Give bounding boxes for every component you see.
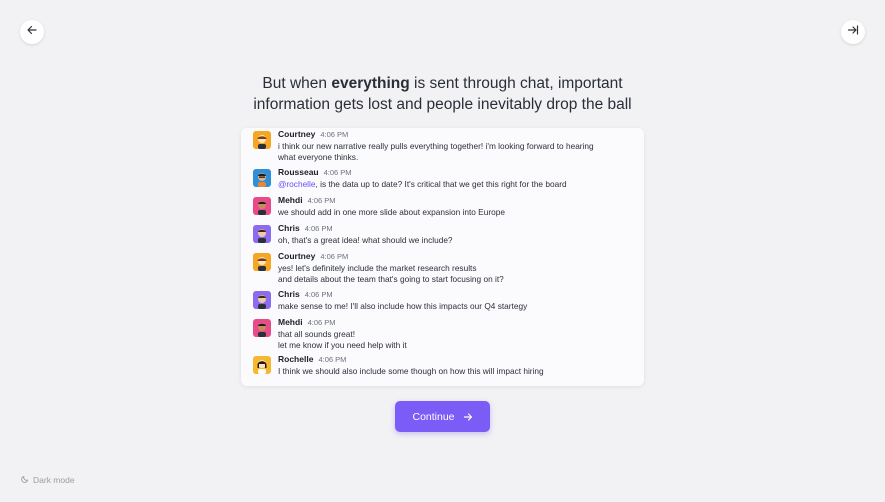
avatar [253, 356, 271, 374]
message-text: we should add in one more slide about ex… [278, 207, 505, 217]
avatar [253, 169, 271, 187]
chat-message: Chris 4:06 PM make sense to me! I'll also… [253, 289, 632, 312]
chat-message: Rousseau 4:06 PM @rochelle, is the data u… [253, 167, 632, 190]
avatar [253, 291, 271, 309]
message-author: Chris [278, 289, 300, 299]
avatar [253, 253, 271, 271]
message-author: Courtney [278, 251, 316, 261]
message-text: oh, that's a great idea! what should we … [278, 235, 453, 245]
message-text: that all sounds great! let me know if yo… [278, 329, 407, 350]
moon-icon [21, 475, 33, 485]
arrow-right-to-bar-icon [847, 23, 859, 41]
message-time: 4:06 PM [307, 318, 336, 327]
avatar [253, 225, 271, 243]
message-time: 4:06 PM [304, 224, 333, 233]
message-author: Chris [278, 223, 300, 233]
headline-line-2: information gets lost and people inevita… [253, 96, 632, 113]
message-author: Courtney [278, 129, 316, 139]
message-time: 4:06 PM [320, 130, 349, 139]
continue-button[interactable]: Continue [395, 401, 490, 432]
chat-message: Mehdi 4:06 PM that all sounds great! let … [253, 317, 632, 350]
message-author: Mehdi [278, 317, 303, 327]
chat-message: Courtney 4:06 PM i think our new narrativ… [253, 129, 632, 162]
message-text: @rochelle, is the data up to date? It's … [278, 179, 567, 189]
mention-link[interactable]: @rochelle [278, 179, 315, 189]
message-author: Rousseau [278, 167, 319, 177]
message-author: Mehdi [278, 195, 303, 205]
arrow-right-icon [463, 412, 473, 422]
arrow-left-icon [26, 23, 38, 41]
chat-message: Chris 4:06 PM oh, that's a great idea! wh… [253, 223, 632, 246]
headline-line-1: But when everything is sent through chat… [262, 75, 623, 92]
message-text: I think we should also include some thou… [278, 366, 544, 376]
dark-mode-label: Dark mode [33, 475, 75, 485]
chat-message: Courtney 4:06 PM yes! let's definitely in… [253, 251, 632, 284]
message-text: i think our new narrative really pulls e… [278, 141, 594, 162]
message-time: 4:06 PM [323, 168, 352, 177]
continue-label: Continue [412, 410, 455, 423]
message-time: 4:06 PM [307, 196, 336, 205]
chat-message: Rochelle 4:06 PM I think we should also i… [253, 354, 632, 377]
message-author: Rochelle [278, 354, 314, 364]
chat-message: Mehdi 4:06 PM we should add in one more s… [253, 195, 632, 218]
message-time: 4:06 PM [318, 355, 347, 364]
dark-mode-toggle[interactable]: Dark mode [21, 475, 75, 485]
chat-transcript: Courtney 4:06 PM i think our new narrativ… [241, 128, 644, 386]
avatar [253, 197, 271, 215]
message-time: 4:06 PM [304, 290, 333, 299]
skip-to-end-button[interactable] [841, 20, 865, 44]
avatar [253, 319, 271, 337]
message-time: 4:06 PM [320, 252, 349, 261]
page-headline: But when everything is sent through chat… [0, 73, 885, 115]
message-text: yes! let's definitely include the market… [278, 263, 504, 284]
back-button[interactable] [20, 20, 44, 44]
avatar [253, 131, 271, 149]
headline-emphasis: everything [331, 75, 410, 92]
message-text: make sense to me! I'll also include how … [278, 301, 528, 311]
